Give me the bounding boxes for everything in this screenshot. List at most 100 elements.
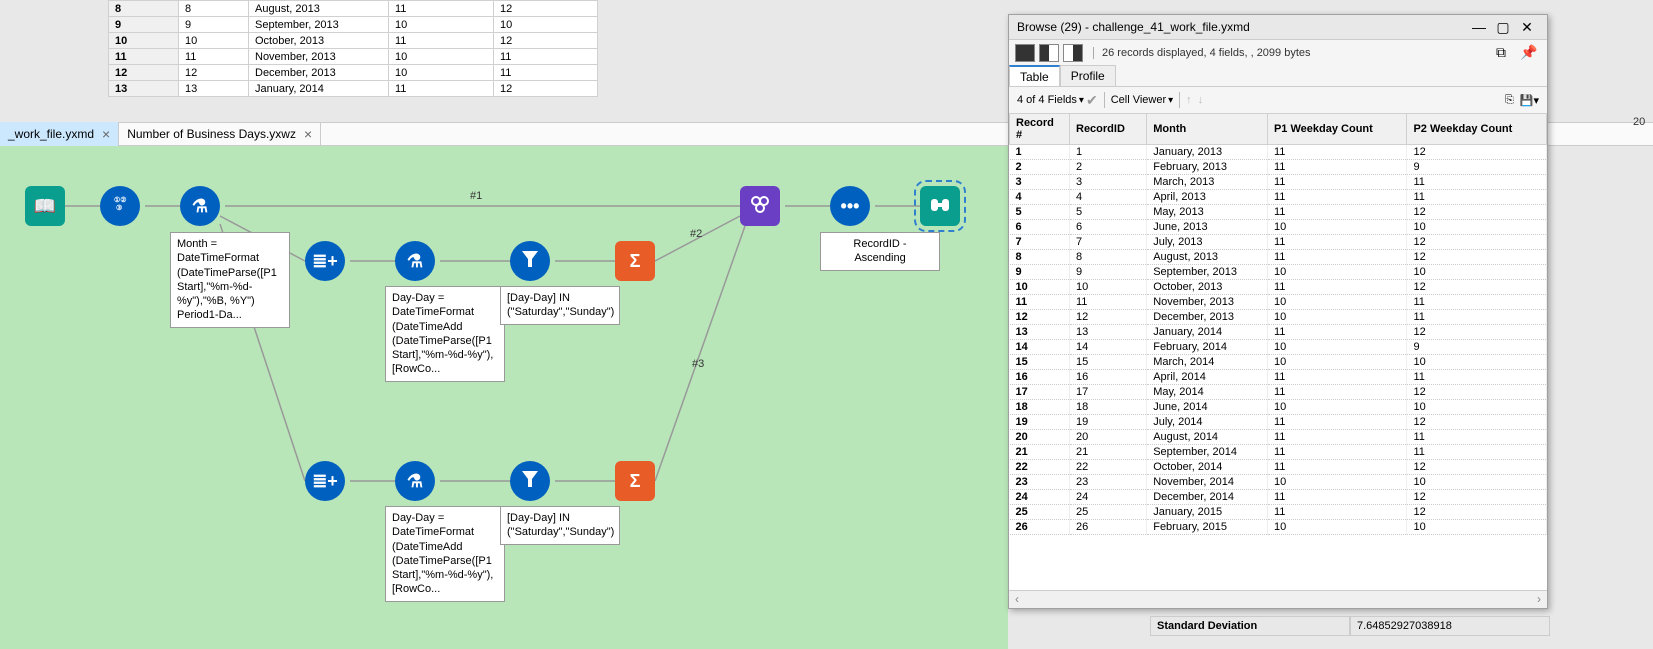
- table-row[interactable]: 2424December, 20141112: [1010, 490, 1547, 505]
- record-id-tool[interactable]: ①②③: [100, 186, 140, 226]
- column-header[interactable]: Month: [1147, 114, 1268, 145]
- filter-tool-1[interactable]: [510, 241, 550, 281]
- tab-table[interactable]: Table: [1009, 65, 1060, 86]
- browse-tabs: Table Profile: [1009, 65, 1547, 87]
- fields-selector[interactable]: 4 of 4 Fields ▾ ✔: [1017, 92, 1098, 109]
- generaterows-icon: ≣+: [312, 251, 338, 272]
- cell-viewer-label: Cell Viewer: [1111, 94, 1166, 106]
- chevron-down-icon: ▾: [1168, 95, 1173, 106]
- column-header[interactable]: Record #: [1010, 114, 1070, 145]
- tab-business-days[interactable]: Number of Business Days.yxwz ×: [119, 122, 321, 146]
- column-header[interactable]: P2 Weekday Count: [1407, 114, 1547, 145]
- sort-desc-button[interactable]: ↓: [1198, 94, 1204, 106]
- browse-tool[interactable]: [920, 186, 960, 226]
- table-row[interactable]: 33March, 20131111: [1010, 175, 1547, 190]
- table-row[interactable]: 1212December, 20131011: [109, 65, 598, 81]
- results-grid[interactable]: Record #RecordIDMonthP1 Weekday CountP2 …: [1009, 113, 1547, 590]
- stats-row: Standard Deviation 7.64852927038918: [1150, 616, 1550, 636]
- column-header[interactable]: P1 Weekday Count: [1267, 114, 1407, 145]
- svg-text:③: ③: [116, 204, 122, 212]
- formula-tool-month[interactable]: ⚗: [180, 186, 220, 226]
- copy-button[interactable]: ⎘: [1505, 94, 1514, 107]
- connection-label: #1: [470, 190, 482, 202]
- table-row[interactable]: 2525January, 20151112: [1010, 505, 1547, 520]
- formula-tool-day1[interactable]: ⚗: [395, 241, 435, 281]
- table-row[interactable]: 1818June, 20141010: [1010, 400, 1547, 415]
- close-button[interactable]: ✕: [1515, 19, 1539, 36]
- table-row[interactable]: 1414February, 2014109: [1010, 340, 1547, 355]
- table-row[interactable]: 1919July, 20141112: [1010, 415, 1547, 430]
- table-row[interactable]: 2323November, 20141010: [1010, 475, 1547, 490]
- right-edge-text: 20: [1633, 116, 1653, 128]
- filter-label: [Day-Day] IN ("Saturday","Sunday"): [500, 506, 620, 545]
- column-header[interactable]: RecordID: [1070, 114, 1147, 145]
- close-icon[interactable]: ×: [304, 126, 312, 142]
- tab-work-file[interactable]: _work_file.yxmd ×: [0, 122, 119, 146]
- table-row[interactable]: 1111November, 20131011: [1010, 295, 1547, 310]
- save-button[interactable]: 💾▾: [1520, 94, 1539, 107]
- join-icon: [749, 193, 771, 220]
- table-row[interactable]: 1111November, 20131011: [109, 49, 598, 65]
- cell-viewer-selector[interactable]: Cell Viewer ▾: [1111, 94, 1173, 106]
- browse-results-window[interactable]: Browse (29) - challenge_41_work_file.yxm…: [1008, 14, 1548, 609]
- fields-label: 4 of 4 Fields: [1017, 94, 1077, 106]
- formula-label: Month = DateTimeFormat (DateTimeParse([P…: [170, 232, 290, 328]
- table-row[interactable]: 1212December, 20131011: [1010, 310, 1547, 325]
- generaterows-icon: ≣+: [312, 471, 338, 492]
- join-multiple-tool[interactable]: [740, 186, 780, 226]
- summarize-tool-1[interactable]: Σ: [615, 241, 655, 281]
- filter-label: [Day-Day] IN ("Saturday","Sunday"): [500, 286, 620, 325]
- generate-rows-tool[interactable]: ≣+: [305, 241, 345, 281]
- table-row[interactable]: 1717May, 20141112: [1010, 385, 1547, 400]
- minimize-button[interactable]: —: [1467, 19, 1491, 35]
- sort-asc-button[interactable]: ↑: [1186, 94, 1192, 106]
- table-row[interactable]: 2626February, 20151010: [1010, 520, 1547, 535]
- check-icon: ✔: [1086, 92, 1098, 109]
- table-row[interactable]: 66June, 20131010: [1010, 220, 1547, 235]
- formula-tool-day2[interactable]: ⚗: [395, 461, 435, 501]
- table-row[interactable]: 2222October, 20141112: [1010, 460, 1547, 475]
- horizontal-scrollbar[interactable]: ‹ ›: [1009, 590, 1547, 608]
- table-row[interactable]: 1515March, 20141010: [1010, 355, 1547, 370]
- tab-label: Number of Business Days.yxwz: [127, 127, 296, 141]
- generate-rows-tool-2[interactable]: ≣+: [305, 461, 345, 501]
- table-row[interactable]: 1010October, 20131112: [1010, 280, 1547, 295]
- pin-button[interactable]: 📌: [1517, 44, 1541, 61]
- table-row[interactable]: 2020August, 20141111: [1010, 430, 1547, 445]
- scroll-right-icon[interactable]: ›: [1537, 592, 1541, 606]
- layout-split-button[interactable]: [1039, 44, 1059, 62]
- sort-tool[interactable]: •••: [830, 186, 870, 226]
- table-row[interactable]: 1616April, 20141111: [1010, 370, 1547, 385]
- layout-full-button[interactable]: [1015, 44, 1035, 62]
- sigma-icon: Σ: [630, 471, 641, 492]
- workflow-canvas[interactable]: #1 #2 #3 📖 ①②③ ⚗ Month = DateTimeFormat …: [0, 146, 1008, 649]
- close-icon[interactable]: ×: [102, 126, 110, 142]
- text-input-tool[interactable]: 📖: [25, 186, 65, 226]
- table-row[interactable]: 1313January, 20141112: [1010, 325, 1547, 340]
- table-row[interactable]: 99September, 20131010: [1010, 265, 1547, 280]
- table-row[interactable]: 22February, 2013119: [1010, 160, 1547, 175]
- tab-profile[interactable]: Profile: [1060, 65, 1116, 86]
- table-row[interactable]: 77July, 20131112: [1010, 235, 1547, 250]
- popout-button[interactable]: ⧉: [1489, 44, 1513, 61]
- table-row[interactable]: 1010October, 20131112: [109, 33, 598, 49]
- sort-icon: •••: [841, 196, 860, 217]
- scroll-left-icon[interactable]: ‹: [1015, 592, 1019, 606]
- table-row[interactable]: 44April, 20131111: [1010, 190, 1547, 205]
- table-row[interactable]: 88August, 20131112: [109, 1, 598, 17]
- summarize-tool-2[interactable]: Σ: [615, 461, 655, 501]
- table-row[interactable]: 55May, 20131112: [1010, 205, 1547, 220]
- table-row[interactable]: 2121September, 20141111: [1010, 445, 1547, 460]
- table-row[interactable]: 1313January, 20141112: [109, 81, 598, 97]
- table-row[interactable]: 99September, 20131010: [109, 17, 598, 33]
- tab-label: _work_file.yxmd: [8, 127, 94, 141]
- filter-tool-2[interactable]: [510, 461, 550, 501]
- flask-icon: ⚗: [192, 196, 208, 217]
- table-row[interactable]: 88August, 20131112: [1010, 250, 1547, 265]
- formula-label: Day-Day = DateTimeFormat (DateTimeAdd (D…: [385, 506, 505, 602]
- maximize-button[interactable]: ▢: [1491, 19, 1515, 36]
- binoculars-icon: [929, 193, 951, 220]
- window-titlebar[interactable]: Browse (29) - challenge_41_work_file.yxm…: [1009, 15, 1547, 39]
- layout-right-button[interactable]: [1063, 44, 1083, 62]
- table-row[interactable]: 11January, 20131112: [1010, 145, 1547, 160]
